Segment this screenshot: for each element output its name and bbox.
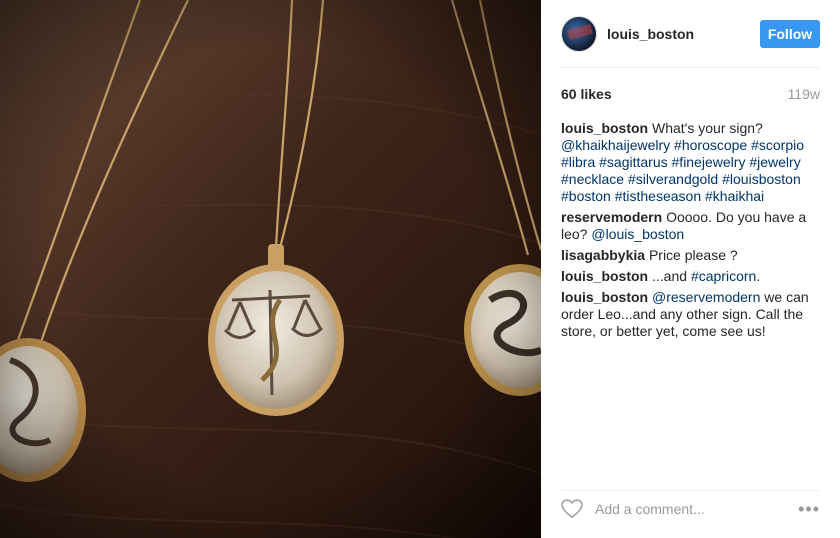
comment-item: louis_boston @reservemodern we can order… (561, 289, 828, 340)
heart-icon[interactable] (561, 499, 583, 519)
comment-text: What's your sign? (652, 120, 763, 136)
comment-item: lisagabbykia Price please ? (561, 247, 828, 264)
post-header: louis_boston Follow (561, 14, 820, 54)
hashtag-link[interactable]: #jewelry (749, 154, 800, 170)
footer-divider (561, 490, 820, 491)
header-username[interactable]: louis_boston (607, 26, 694, 42)
post-photo[interactable] (0, 0, 541, 538)
comment-item: reservemodern Ooooo. Do you have a leo? … (561, 209, 828, 243)
hashtag-link[interactable]: #libra (561, 154, 595, 170)
comment-username[interactable]: louis_boston (561, 289, 648, 305)
comment-item: louis_boston What's your sign? @khaikhai… (561, 120, 828, 205)
hashtag-link[interactable]: #louisboston (722, 171, 801, 187)
header-divider (561, 67, 820, 68)
likes-count[interactable]: 60 likes (561, 86, 612, 102)
comment-text: ...and (652, 268, 691, 284)
hashtag-link[interactable]: @louis_boston (591, 226, 684, 242)
stats-row: 60 likes 119w (561, 86, 820, 102)
hashtag-link[interactable]: #necklace (561, 171, 624, 187)
pendant-necklaces-photo (0, 0, 541, 538)
post-sidebar: louis_boston Follow 60 likes 119w louis_… (541, 0, 840, 538)
add-comment-input[interactable]: Add a comment... (595, 501, 705, 517)
hashtag-link[interactable]: #silverandgold (628, 171, 718, 187)
hashtag-link[interactable]: #capricorn (691, 268, 756, 284)
hashtag-link[interactable]: #boston (561, 188, 611, 204)
post-age[interactable]: 119w (788, 86, 820, 102)
hashtag-link[interactable]: #scorpio (751, 137, 804, 153)
comment-footer: Add a comment... ••• (561, 492, 820, 526)
avatar[interactable] (561, 16, 597, 52)
comment-username[interactable]: louis_boston (561, 120, 648, 136)
hashtag-link[interactable]: #sagittarus (599, 154, 667, 170)
hashtag-link[interactable]: #finejewelry (672, 154, 746, 170)
comment-text: . (756, 268, 761, 284)
comment-username[interactable]: reservemodern (561, 209, 662, 225)
comment-item: louis_boston ...and #capricorn. (561, 268, 828, 285)
comment-list: louis_boston What's your sign? @khaikhai… (561, 120, 828, 344)
hashtag-link[interactable]: #tistheseason (615, 188, 701, 204)
comment-username[interactable]: lisagabbykia (561, 247, 645, 263)
instagram-post: louis_boston Follow 60 likes 119w louis_… (0, 0, 840, 538)
hashtag-link[interactable]: @reservemodern (652, 289, 760, 305)
hashtag-link[interactable]: #horoscope (674, 137, 747, 153)
follow-button[interactable]: Follow (760, 20, 820, 48)
comment-username[interactable]: louis_boston (561, 268, 648, 284)
more-options-icon[interactable]: ••• (798, 499, 820, 520)
hashtag-link[interactable]: #khaikhai (705, 188, 764, 204)
comment-text: Price please ? (648, 247, 738, 263)
hashtag-link[interactable]: @khaikhaijewelry (561, 137, 670, 153)
